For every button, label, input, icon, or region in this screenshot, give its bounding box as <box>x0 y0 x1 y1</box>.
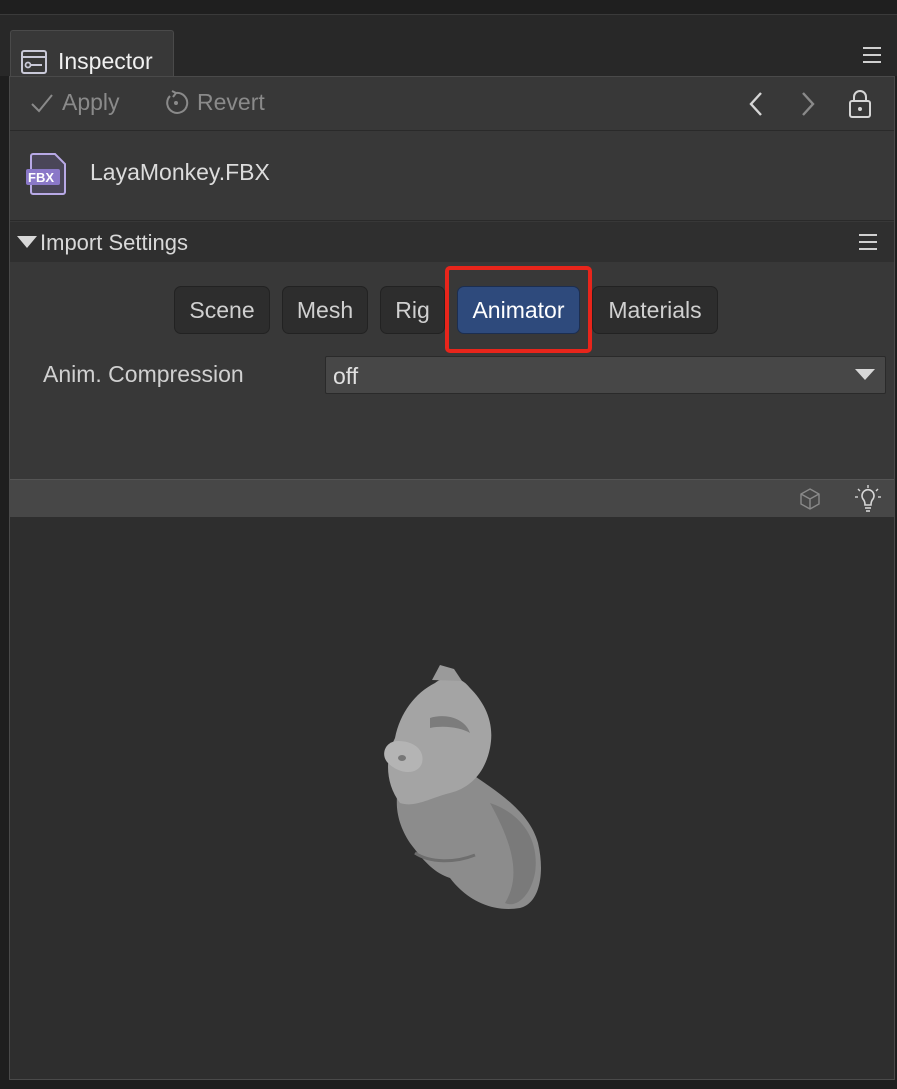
inspector-icon <box>21 49 47 74</box>
file-row: FBX LayaMonkey.FBX <box>10 131 894 221</box>
tab-mesh[interactable]: Mesh <box>282 286 368 334</box>
monkey-model <box>384 665 541 909</box>
preview-toolbar <box>10 479 894 517</box>
highlight-box <box>445 266 592 353</box>
tab-bar: Inspector <box>0 14 897 92</box>
collapse-caret-icon[interactable] <box>17 236 37 248</box>
inspector-panel: Apply Revert FBX LayaMonkey.FBX Import S… <box>9 76 895 1080</box>
chevron-right-icon[interactable] <box>798 91 818 117</box>
anim-compression-label: Anim. Compression <box>43 361 244 387</box>
tab-materials[interactable]: Materials <box>592 286 718 334</box>
cube-icon[interactable] <box>798 487 822 511</box>
tab-rig[interactable]: Rig <box>380 286 445 334</box>
tab-inspector-label: Inspector <box>58 48 153 74</box>
apply-button[interactable]: Apply <box>30 89 120 116</box>
revert-button[interactable]: Revert <box>163 89 265 116</box>
window-top-strip <box>0 0 897 14</box>
svg-text:FBX: FBX <box>28 170 54 185</box>
import-settings-title: Import Settings <box>40 230 188 255</box>
anim-compression-value: off <box>333 363 359 389</box>
revert-icon <box>166 89 189 114</box>
apply-label: Apply <box>62 89 120 115</box>
chevron-left-icon[interactable] <box>747 91 767 117</box>
menu-icon[interactable] <box>863 47 881 65</box>
model-preview[interactable] <box>10 517 894 1079</box>
toolbar: Apply Revert <box>10 77 894 131</box>
section-menu-icon[interactable] <box>859 234 877 252</box>
fbx-file-icon: FBX <box>26 153 66 195</box>
lock-icon[interactable] <box>848 89 872 119</box>
tab-scene[interactable]: Scene <box>174 286 270 334</box>
anim-compression-select[interactable]: off <box>325 356 886 394</box>
chevron-down-icon <box>855 369 875 380</box>
file-name: LayaMonkey.FBX <box>90 159 270 185</box>
lightbulb-icon[interactable] <box>853 484 883 514</box>
revert-label: Revert <box>197 89 265 115</box>
check-icon <box>31 93 53 112</box>
import-settings-header[interactable]: Import Settings <box>10 222 894 262</box>
